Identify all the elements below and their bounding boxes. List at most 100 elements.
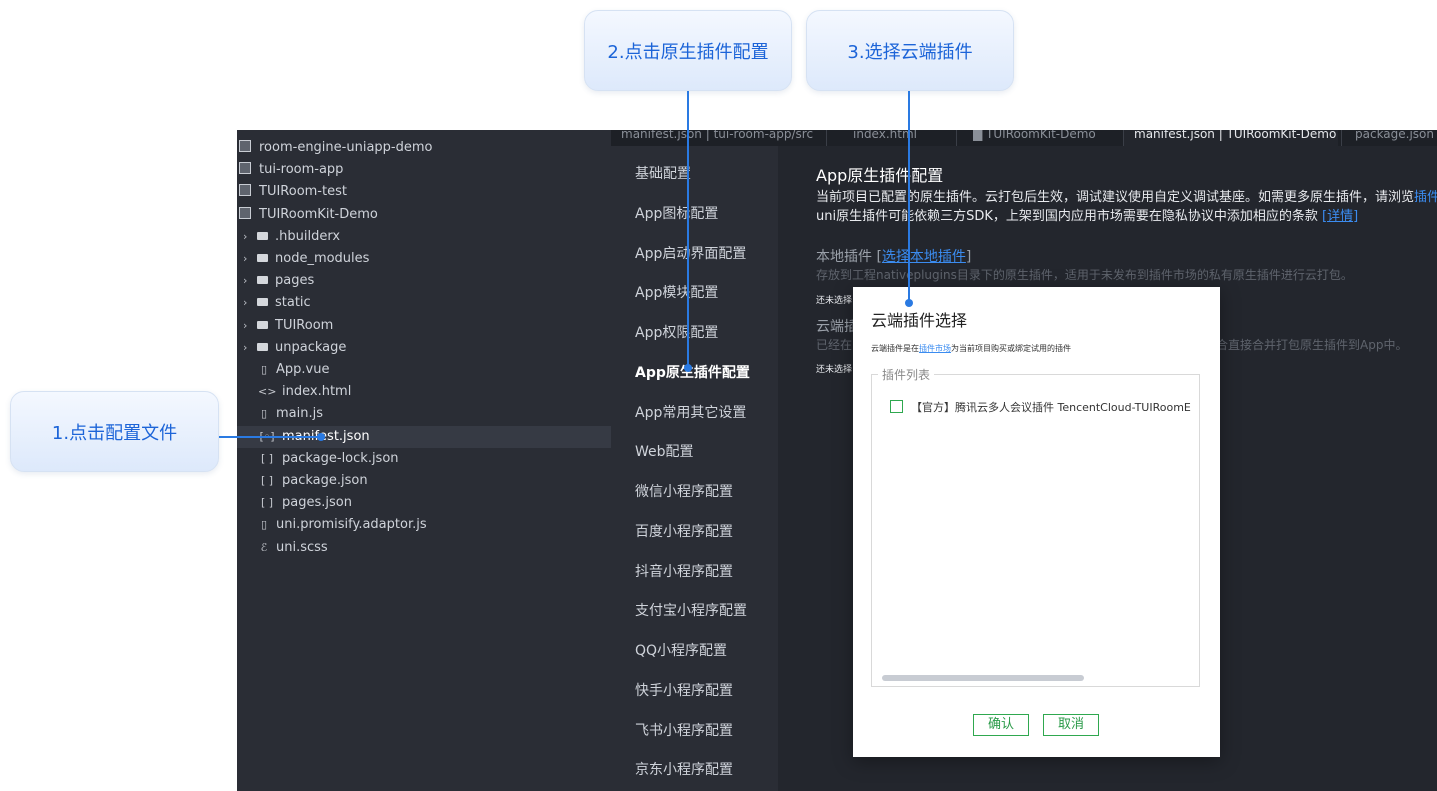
callout-step-1-text: 1.点击配置文件 — [51, 422, 178, 444]
tree-item-label: TUIRoom — [275, 317, 334, 333]
tree-item-label: .hbuilderx — [275, 228, 341, 244]
folder-icon — [257, 342, 268, 351]
plugin-label: 【官方】腾讯云多人会议插件 TencentCloud-TUIRoomE — [911, 401, 1191, 414]
file-icon: [ ] — [260, 451, 274, 465]
tree-item[interactable]: TUIRoom-test — [237, 181, 347, 203]
tree-item[interactable]: <> index.html — [237, 381, 351, 403]
tree-item-label: pages.json — [282, 495, 352, 511]
local-plugins-row: 本地插件 [选择本地插件] — [816, 246, 971, 266]
tree-item-label: index.html — [282, 384, 352, 400]
tree-item[interactable]: [ ] pages.json — [237, 492, 352, 514]
file-icon: ▯ — [260, 363, 268, 376]
description-line-2: uni原生插件可能依赖三方SDK，上架到国内应用市场需要在隐私协议中添加相应的条… — [816, 205, 1358, 224]
tree-item[interactable]: [ ] package-lock.json — [237, 448, 399, 470]
details-link[interactable]: [详情] — [1322, 209, 1358, 224]
tree-item[interactable]: › TUIRoom — [237, 315, 333, 337]
manifest-settings-nav: 基础配置 App图标配置 App启动界面配置 App模块配置 App权限配置 App原生插… — [611, 146, 778, 791]
settings-nav-item[interactable]: 飞书小程序配置 — [635, 720, 733, 740]
settings-nav-item[interactable]: 基础配置 — [635, 163, 691, 183]
local-plugins-description: 存放到工程nativeplugins目录下的原生插件，适用于未发布到插件市场的私… — [816, 268, 1353, 282]
tree-item[interactable]: › .hbuilderx — [237, 226, 340, 248]
tree-item-label: main.js — [276, 406, 323, 422]
settings-nav-item[interactable]: App权限配置 — [635, 322, 718, 342]
settings-nav-item[interactable]: App模块配置 — [635, 282, 718, 302]
editor-tabs: manifest.json | tui-room-app/src index.h… — [611, 130, 1437, 146]
settings-nav-item[interactable]: 快手小程序配置 — [635, 680, 733, 700]
folder-icon — [257, 320, 268, 329]
plugin-item[interactable]: 【官方】腾讯云多人会议插件 TencentCloud-TUIRoomE — [890, 396, 1191, 415]
settings-nav-item[interactable]: App常用其它设置 — [635, 402, 746, 422]
chevron-right-icon[interactable]: › — [243, 292, 255, 314]
tree-item[interactable]: ▯ uni.promisify.adaptor.js — [237, 514, 427, 536]
settings-nav-item[interactable]: Web配置 — [635, 441, 694, 461]
callout-step-1: 1.点击配置文件 — [10, 391, 219, 472]
tree-item[interactable]: › static — [237, 292, 311, 314]
tree-item-label: node_modules — [275, 251, 370, 266]
dialog-description: 云端插件是在插件市场为当前项目购买或绑定试用的插件 — [871, 343, 1071, 354]
settings-nav-item[interactable]: 百度小程序配置 — [635, 521, 733, 541]
tree-item[interactable]: › pages — [237, 270, 314, 292]
horizontal-scrollbar[interactable] — [882, 675, 1084, 681]
tree-item-label: uni.promisify.adaptor.js — [276, 517, 427, 533]
tree-item[interactable]: TUIRoomKit-Demo — [237, 204, 378, 226]
tree-item-label: tui-room-app — [259, 162, 344, 178]
chevron-right-icon[interactable]: › — [243, 315, 255, 337]
connector-step-2-dot — [684, 364, 692, 372]
folder-icon — [257, 254, 268, 262]
confirm-button[interactable]: 确认 — [973, 714, 1029, 736]
tree-item[interactable]: room-engine-uniapp-demo — [237, 137, 432, 159]
settings-nav-item[interactable]: App原生插件配置 — [635, 362, 750, 382]
dialog-description-suffix: 为当前项目购买或绑定试用的插件 — [951, 344, 1071, 353]
tree-item[interactable]: [ ] package.json — [237, 470, 368, 492]
tree-item[interactable]: ℰuni.scss — [237, 537, 328, 559]
tab-manifest-tui-room-app[interactable]: manifest.json | tui-room-app/src — [621, 130, 819, 146]
tab-manifest-tuiroomkit-demo[interactable]: manifest.json | TUIRoomKit-Demo — [1124, 130, 1338, 146]
project-explorer: room-engine-uniapp-demo tui-room-app TUIRo… — [237, 130, 632, 791]
editor-window: room-engine-uniapp-demo tui-room-app TUIRo… — [237, 130, 1437, 791]
tree-item[interactable]: › unpackage — [237, 337, 346, 359]
tab-index-html[interactable]: index.html — [853, 130, 943, 146]
tree-item[interactable]: ▯ App.vue — [237, 359, 330, 381]
chevron-right-icon[interactable]: › — [243, 226, 255, 248]
settings-nav-item[interactable]: 支付宝小程序配置 — [635, 600, 747, 620]
cloud-plugin-dialog: 云端插件选择 云端插件是在插件市场为当前项目购买或绑定试用的插件 插件列表 【官… — [853, 287, 1220, 757]
settings-nav-item[interactable]: 抖音小程序配置 — [635, 561, 733, 581]
connector-step-3-dot — [905, 299, 913, 307]
file-icon: ▯ — [260, 407, 268, 421]
settings-nav-item[interactable]: QQ小程序配置 — [635, 640, 727, 660]
plugin-checkbox[interactable] — [890, 400, 903, 413]
tree-item-label: room-engine-uniapp-demo — [259, 140, 433, 155]
tab-package-json[interactable]: package.json | — [1355, 130, 1437, 146]
tree-item-label: TUIRoomKit-Demo — [259, 206, 378, 222]
dialog-plugin-market-link[interactable]: 插件市场 — [919, 344, 951, 353]
chevron-right-icon[interactable]: › — [243, 248, 255, 270]
bracket-close: ] — [965, 249, 972, 265]
tree-item[interactable]: tui-room-app — [237, 159, 343, 181]
cancel-button[interactable]: 取消 — [1043, 714, 1099, 736]
dialog-description-prefix: 云端插件是在 — [871, 344, 919, 353]
file-icon: [ ] — [260, 496, 274, 510]
settings-nav-item[interactable]: App启动界面配置 — [635, 243, 746, 263]
tree-item-label: unpackage — [275, 339, 347, 355]
settings-nav-item[interactable]: 微信小程序配置 — [635, 481, 733, 501]
folder-icon — [257, 231, 268, 240]
connector-step-1-dot — [317, 433, 325, 441]
callout-step-2-text: 2.点击原生插件配置 — [607, 41, 769, 63]
settings-nav-item[interactable]: 京东小程序配置 — [635, 759, 733, 779]
settings-nav-item[interactable]: App图标配置 — [635, 203, 718, 223]
chevron-right-icon[interactable]: › — [243, 337, 255, 359]
choose-local-plugin-link[interactable]: 选择本地插件 — [882, 249, 966, 265]
cloud-plugins-empty: 还未选择 — [816, 365, 853, 375]
tree-item[interactable]: › node_modules — [237, 248, 369, 270]
tree-item-label: package.json — [282, 473, 368, 488]
tree-item[interactable]: ▯ main.js — [237, 403, 323, 425]
dialog-title: 云端插件选择 — [871, 311, 968, 330]
connector-step-2 — [687, 91, 689, 367]
folder-icon — [257, 276, 268, 285]
file-icon: ▯ — [260, 518, 268, 532]
tab-tuiroomkit-demo[interactable]: ▇ TUIRoomKit-Demo — [973, 130, 1123, 146]
plugin-market-link[interactable]: 插件 — [1414, 190, 1437, 205]
tree-item-label: uni.scss — [276, 539, 328, 555]
cloud-plugins-label: 云端插 — [816, 319, 858, 335]
chevron-right-icon[interactable]: › — [243, 270, 255, 292]
